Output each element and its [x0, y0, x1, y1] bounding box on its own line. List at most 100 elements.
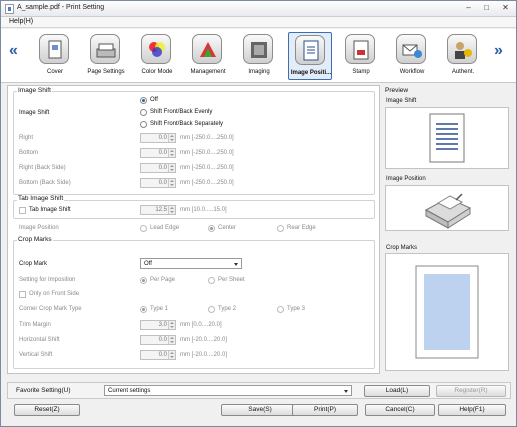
- trim-margin-range: mm [0.0....20.0]: [180, 322, 222, 328]
- lead-edge-label: Lead Edge: [150, 225, 180, 231]
- right-stepper[interactable]: 0.0: [140, 133, 176, 143]
- image-shift-label: Image Shift: [19, 110, 50, 116]
- spin-arrows-icon[interactable]: [168, 134, 175, 142]
- corner-type-label: Corner Crop Mark Type: [19, 306, 82, 312]
- chevron-down-icon: [344, 390, 348, 393]
- vertical-shift-label: Vertical Shift: [19, 352, 53, 358]
- document-icon: [5, 4, 14, 14]
- menu-help[interactable]: Help(H): [9, 18, 33, 25]
- spin-arrows-icon[interactable]: [168, 179, 175, 187]
- tab-image-shift-checkbox-label: Tab Image Shift: [29, 207, 71, 213]
- spin-arrows-icon[interactable]: [168, 206, 175, 214]
- help-button[interactable]: Help(F1): [438, 404, 506, 416]
- spin-arrows-icon[interactable]: [168, 149, 175, 157]
- tab-image-shift-stepper[interactable]: 12.5: [140, 205, 176, 215]
- tab-label: Workflow: [399, 69, 425, 75]
- save-button[interactable]: Save(S): [221, 404, 299, 416]
- rear-edge-radio[interactable]: [277, 225, 284, 232]
- settings-panel: Image Shift Image Shift Off Shift Front/…: [7, 85, 380, 374]
- spin-arrows-icon[interactable]: [168, 351, 175, 359]
- spin-arrows-icon[interactable]: [168, 321, 175, 329]
- crop-page-icon: [415, 265, 479, 359]
- image-shift-off-radio[interactable]: [140, 97, 147, 104]
- tab-imaging[interactable]: Imaging: [237, 32, 281, 80]
- image-shift-group-title: Image Shift: [17, 87, 52, 94]
- minimize-button[interactable]: –: [463, 3, 474, 13]
- shift-separately-radio[interactable]: [140, 121, 147, 128]
- shift-separately-label: Shift Front/Back Separately: [150, 121, 224, 127]
- management-icon: [192, 34, 222, 64]
- type1-radio[interactable]: [140, 306, 147, 313]
- image-position-icon: [295, 35, 325, 65]
- type2-label: Type 2: [218, 306, 237, 312]
- function-tabs: « » Cover Page Settings Color Mode Manag…: [1, 29, 516, 83]
- spin-arrows-icon[interactable]: [168, 164, 175, 172]
- per-sheet-radio[interactable]: [208, 277, 215, 284]
- tab-authentication[interactable]: Authent.: [441, 32, 485, 80]
- horizontal-shift-stepper[interactable]: 0.0: [140, 335, 176, 345]
- type3-label: Type 3: [287, 306, 306, 312]
- imposition-label: Setting for Imposition: [19, 277, 76, 283]
- favorite-value: Current settings: [108, 388, 151, 394]
- printer-icon: [424, 193, 472, 229]
- horizontal-shift-value: 0.0: [158, 337, 167, 343]
- tab-cover[interactable]: Cover: [33, 32, 77, 80]
- trim-margin-stepper[interactable]: 3.0: [140, 320, 176, 330]
- tab-color-mode[interactable]: Color Mode: [135, 32, 179, 80]
- tab-workflow[interactable]: Workflow: [390, 32, 434, 80]
- bottom-back-stepper[interactable]: 0.0: [140, 178, 176, 188]
- authentication-icon: [447, 34, 477, 64]
- right-label: Right: [19, 135, 34, 141]
- favorite-select[interactable]: Current settings: [104, 385, 352, 396]
- chevron-down-icon: [234, 263, 238, 266]
- close-button[interactable]: ✕: [500, 3, 511, 13]
- tab-image-shift-checkbox[interactable]: [19, 207, 26, 214]
- image-shift-off-label: Off: [150, 97, 158, 103]
- shift-evenly-radio[interactable]: [140, 109, 147, 116]
- front-only-label: Only on Front Side: [29, 291, 80, 297]
- spin-arrows-icon[interactable]: [168, 336, 175, 344]
- right-back-stepper[interactable]: 0.0: [140, 163, 176, 173]
- tab-stamp[interactable]: Stamp: [339, 32, 383, 80]
- tabs-prev-arrow[interactable]: «: [9, 42, 18, 60]
- page-settings-icon: [90, 34, 120, 64]
- preview-panel: Preview Image Shift Image Position Crop …: [383, 85, 511, 374]
- cancel-button[interactable]: Cancel(C): [365, 404, 435, 416]
- favorite-setting-bar: Favorite Setting(U) Current settings Loa…: [7, 382, 511, 399]
- type2-radio[interactable]: [208, 306, 215, 313]
- rear-edge-label: Rear Edge: [287, 225, 316, 231]
- preview-image-position-label: Image Position: [386, 176, 426, 182]
- tabs-next-arrow[interactable]: »: [494, 42, 503, 60]
- center-radio[interactable]: [208, 225, 215, 232]
- load-button[interactable]: Load(L): [364, 385, 430, 397]
- reset-button[interactable]: Reset(Z): [14, 404, 80, 416]
- imaging-icon: [243, 34, 273, 64]
- shift-evenly-label: Shift Front/Back Evenly: [150, 109, 213, 115]
- front-only-checkbox[interactable]: [19, 291, 26, 298]
- right-back-value: 0.0: [158, 165, 167, 171]
- vertical-shift-stepper[interactable]: 0.0: [140, 350, 176, 360]
- tab-page-settings[interactable]: Page Settings: [84, 32, 128, 80]
- per-page-radio[interactable]: [140, 277, 147, 284]
- tab-management[interactable]: Management: [186, 32, 230, 80]
- lead-edge-radio[interactable]: [140, 225, 147, 232]
- preview-title: Preview: [385, 87, 409, 94]
- tab-label: Authent.: [451, 69, 475, 75]
- menu-bar: Help(H): [1, 17, 516, 28]
- tab-image-shift-value: 12.5: [155, 207, 167, 213]
- maximize-button[interactable]: □: [481, 3, 492, 13]
- tab-image-position[interactable]: Image Positi...: [288, 32, 332, 80]
- bottom-stepper[interactable]: 0.0: [140, 148, 176, 158]
- tab-label: Cover: [46, 69, 63, 75]
- right-back-label: Right (Back Side): [19, 165, 66, 171]
- print-button[interactable]: Print(P): [292, 404, 358, 416]
- type3-radio[interactable]: [277, 306, 284, 313]
- crop-mark-value: Off: [144, 261, 152, 267]
- register-button[interactable]: Register(R): [436, 385, 506, 397]
- page-preview-icon: [429, 113, 465, 163]
- preview-crop-marks-label: Crop Marks: [386, 245, 418, 251]
- crop-mark-select[interactable]: Off: [140, 258, 242, 269]
- image-position-preview: [385, 185, 509, 231]
- tab-label: Color Mode: [141, 69, 173, 75]
- image-shift-preview: [385, 107, 509, 169]
